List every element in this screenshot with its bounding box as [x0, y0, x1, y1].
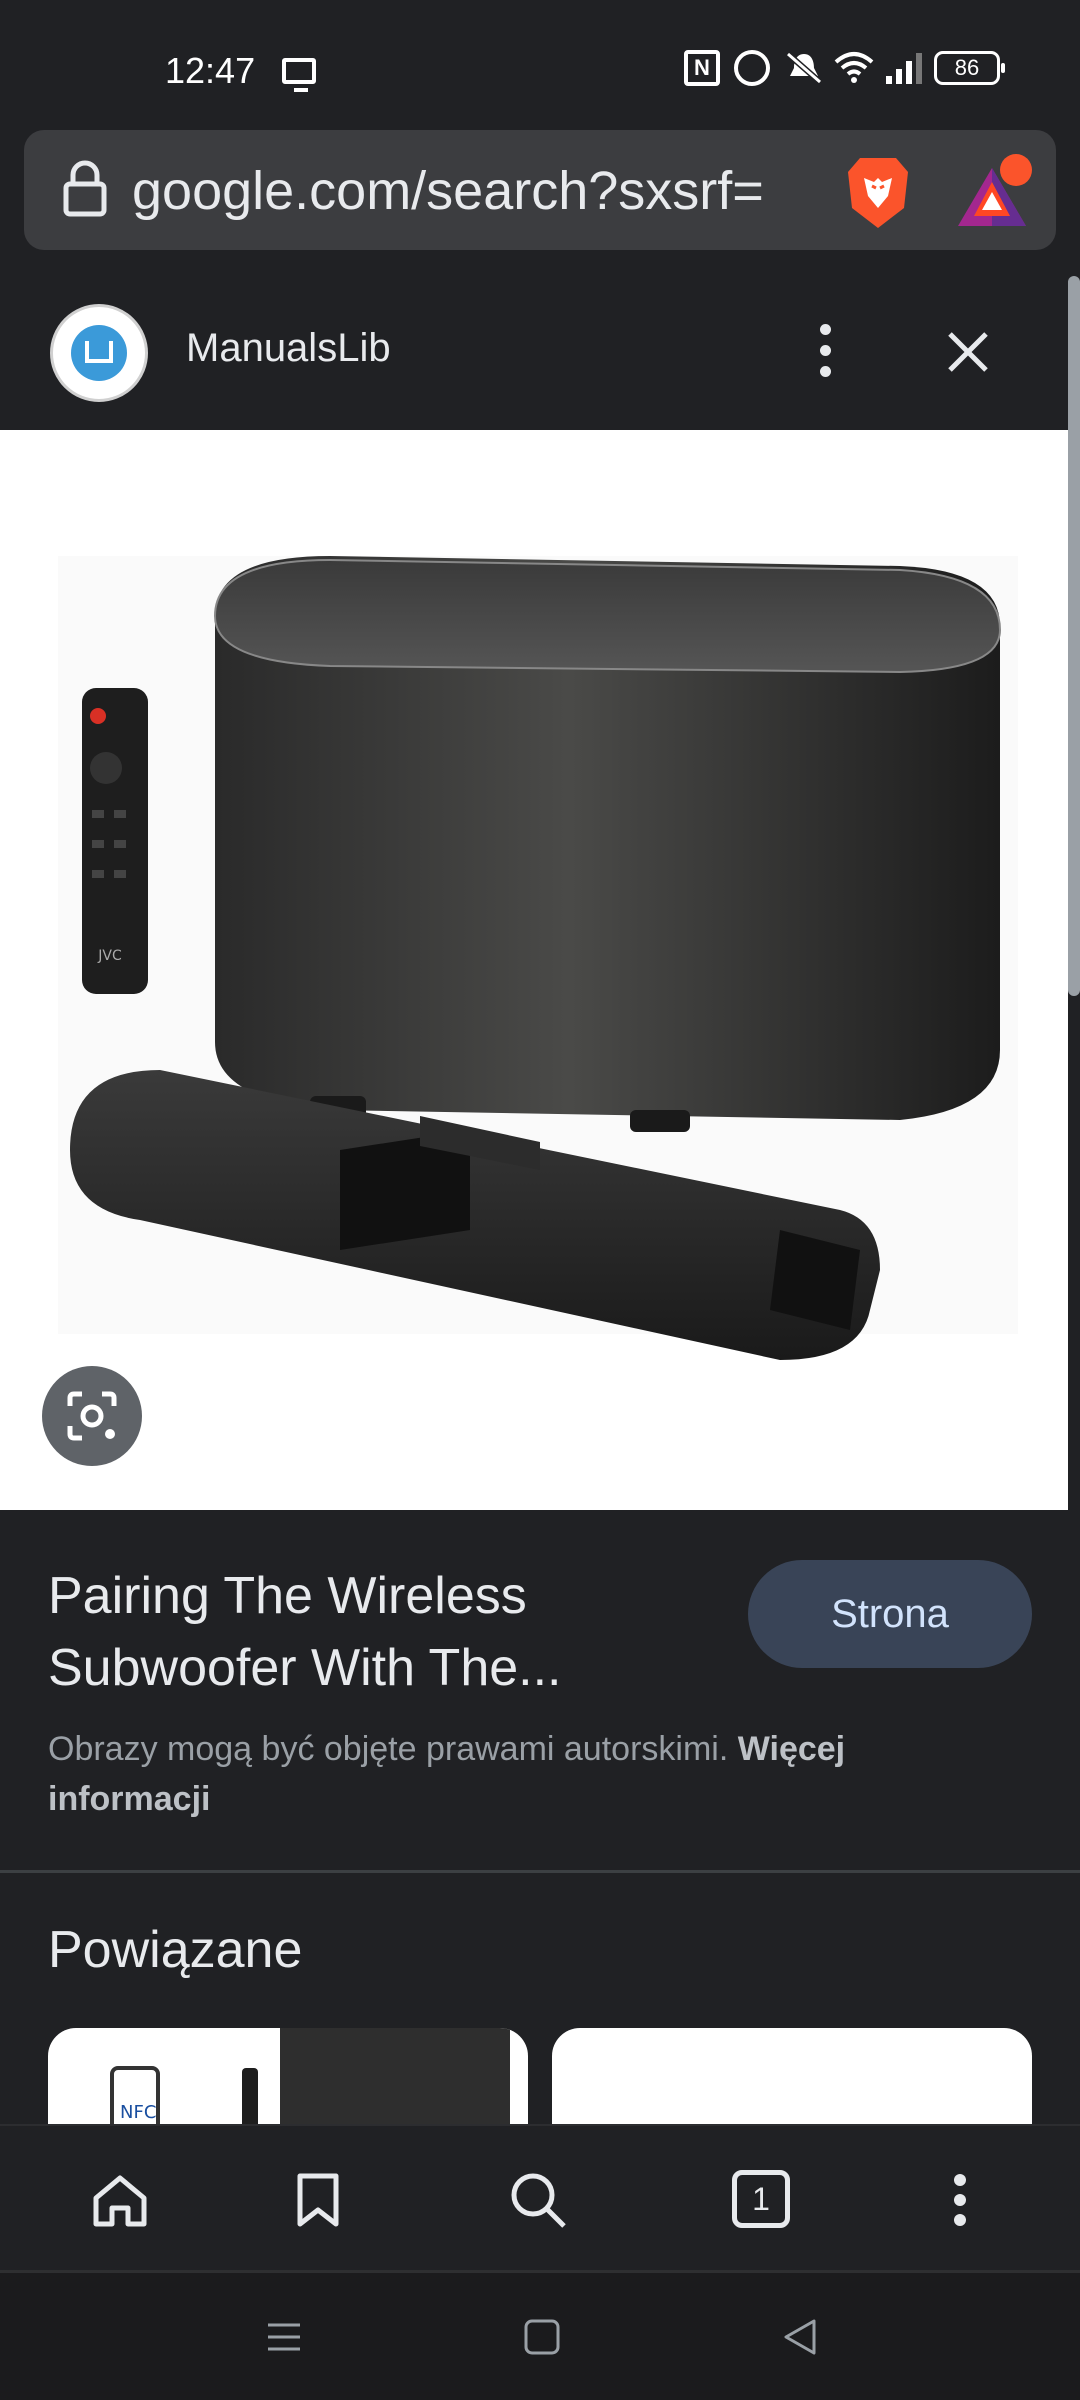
google-lens-button[interactable]: [42, 1366, 142, 1466]
svg-text:JVC: JVC: [97, 948, 122, 964]
nfc-icon: N: [684, 50, 720, 86]
status-time: 12:47: [165, 50, 256, 91]
more-options-icon[interactable]: [810, 324, 840, 380]
battery-icon: 86: [934, 51, 1005, 85]
screen: 12:47 N 86 google.com/search?sxsrf= Manu…: [0, 0, 1080, 2400]
menu-icon[interactable]: [930, 2170, 990, 2230]
brave-rewards-icon[interactable]: [952, 152, 1038, 232]
brave-shields-icon[interactable]: [840, 152, 916, 232]
alarm-icon: [734, 50, 770, 86]
back-icon[interactable]: [780, 2317, 820, 2357]
status-icons: N 86: [684, 50, 1005, 86]
status-bar: 12:47 N 86: [0, 0, 1080, 130]
related-heading: Powiązane: [48, 1921, 303, 1979]
section-divider: [0, 1870, 1080, 1873]
visit-page-button[interactable]: Strona: [748, 1560, 1032, 1668]
url-bar[interactable]: google.com/search?sxsrf=: [24, 130, 1056, 250]
cast-icon: [282, 58, 316, 92]
close-icon[interactable]: [940, 324, 996, 380]
svg-text:NFC: NFC: [120, 2102, 156, 2123]
sheet-header: ManualsLib: [0, 274, 1080, 430]
lens-icon: [67, 1391, 117, 1441]
recents-icon[interactable]: [264, 2317, 304, 2357]
copyright-text: Obrazy mogą być objęte prawami autorskim…: [48, 1730, 729, 1768]
signal-icon: [884, 50, 922, 86]
site-name[interactable]: ManualsLib: [186, 326, 391, 371]
home-nav-icon[interactable]: [522, 2317, 562, 2357]
home-icon[interactable]: [90, 2170, 150, 2230]
manualslib-logo: [50, 304, 148, 402]
search-icon[interactable]: [508, 2170, 568, 2230]
result-title[interactable]: Pairing The Wireless Subwoofer With The.…: [48, 1560, 668, 1704]
soundbar-subwoofer-image: JVC: [58, 556, 1018, 1360]
lock-icon[interactable]: [62, 160, 108, 218]
bottom-toolbar: 1: [0, 2124, 1080, 2268]
copyright-notice: Obrazy mogą być objęte prawami autorskim…: [48, 1724, 968, 1824]
product-image[interactable]: JVC: [0, 430, 1068, 1510]
system-nav-bar: [0, 2270, 1080, 2400]
mute-icon: [784, 50, 822, 86]
scrollbar[interactable]: [1068, 276, 1080, 996]
tabs-button[interactable]: 1: [732, 2170, 790, 2228]
bookmark-icon[interactable]: [288, 2170, 348, 2230]
result-info: Pairing The Wireless Subwoofer With The.…: [0, 1510, 1080, 1870]
url-text[interactable]: google.com/search?sxsrf=: [132, 160, 822, 222]
wifi-icon: [834, 50, 874, 86]
